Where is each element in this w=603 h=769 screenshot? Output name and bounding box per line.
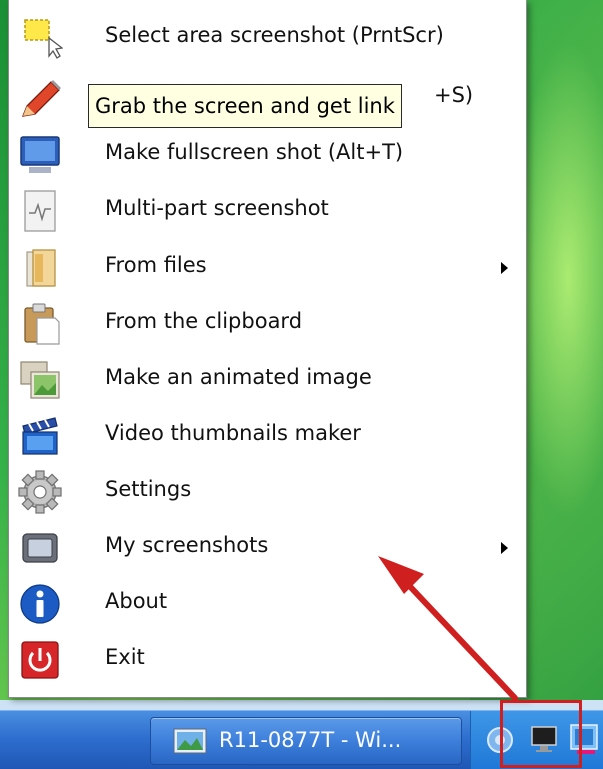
screenshots-window-icon bbox=[17, 526, 63, 570]
gear-icon bbox=[17, 470, 63, 514]
taskbar-button-label: R11-0877T - Wi... bbox=[219, 728, 402, 752]
monitor-icon bbox=[17, 133, 63, 177]
menu-item-label: Multi-part screenshot bbox=[105, 196, 329, 220]
menu-item-label: Exit bbox=[105, 645, 145, 669]
pencil-icon bbox=[17, 76, 63, 120]
menu-item-about[interactable]: About bbox=[9, 576, 526, 633]
submenu-arrow-icon bbox=[501, 542, 508, 554]
menu-item-label: From files bbox=[105, 253, 207, 277]
select-area-icon bbox=[17, 16, 63, 60]
menu-item-label: Make an animated image bbox=[105, 365, 372, 389]
menu-item-settings[interactable]: Settings bbox=[9, 464, 526, 521]
taskbar-window-button[interactable]: R11-0877T - Wi... bbox=[150, 717, 462, 765]
picture-viewer-icon bbox=[173, 728, 207, 754]
menu-item-label: Settings bbox=[105, 477, 192, 501]
menu-item-label: Video thumbnails maker bbox=[105, 421, 361, 445]
info-icon bbox=[17, 582, 63, 626]
clipboard-icon bbox=[17, 302, 63, 346]
menu-item-label: Select area screenshot (PrntScr) bbox=[105, 23, 444, 47]
tooltip: Grab the screen and get link bbox=[88, 84, 402, 128]
clapperboard-icon bbox=[17, 414, 63, 458]
menu-item-from-files[interactable]: From files bbox=[9, 240, 526, 297]
power-icon bbox=[17, 638, 63, 682]
menu-item-clipboard[interactable]: From the clipboard bbox=[9, 296, 526, 353]
menu-item-label: About bbox=[105, 589, 168, 613]
menu-item-label-tail: +S) bbox=[434, 83, 474, 107]
menu-item-multipart[interactable]: Multi-part screenshot bbox=[9, 183, 526, 240]
menu-item-select-area[interactable]: Select area screenshot (PrntScr) bbox=[9, 10, 526, 67]
animated-image-icon bbox=[17, 358, 63, 402]
menu-item-label: Make fullscreen shot (Alt+T) bbox=[105, 140, 404, 164]
menu-item-my-screenshots[interactable]: My screenshots bbox=[9, 520, 526, 577]
menu-item-animated[interactable]: Make an animated image bbox=[9, 352, 526, 409]
menu-item-label: From the clipboard bbox=[105, 309, 303, 333]
menu-item-video-thumbnails[interactable]: Video thumbnails maker bbox=[9, 408, 526, 465]
folder-files-icon bbox=[17, 246, 63, 290]
menu-item-fullscreen[interactable]: Make fullscreen shot (Alt+T) bbox=[9, 127, 526, 184]
multipart-document-icon bbox=[17, 189, 63, 233]
menu-item-exit[interactable]: Exit bbox=[9, 632, 526, 689]
submenu-arrow-icon bbox=[501, 262, 508, 274]
tray-highlight-box bbox=[500, 700, 582, 768]
menu-item-label: My screenshots bbox=[105, 533, 269, 557]
